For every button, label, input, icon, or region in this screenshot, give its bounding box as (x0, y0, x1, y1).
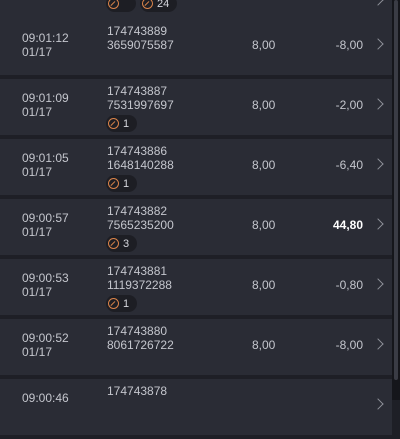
row-stake: 8,00 (252, 98, 276, 112)
multiplier-chip: 3 (106, 235, 138, 252)
chevron-right-icon[interactable] (372, 278, 384, 290)
multiplier-chip (106, 0, 136, 12)
chevron-right-icon[interactable] (372, 398, 384, 410)
multiplier-ring-icon (142, 0, 153, 9)
multiplier-chip: 1 (106, 175, 138, 192)
row-result: 44,80 (332, 218, 363, 232)
row-round-id: 174743889 (107, 24, 168, 38)
chevron-right-icon[interactable] (372, 218, 384, 230)
row-time: 09:00:53 (22, 271, 69, 285)
history-row[interactable]: 09:00:46 174743878 (0, 379, 392, 435)
row-chips: 1 (106, 175, 138, 192)
row-ticket-id: 8061726722 (107, 338, 174, 352)
row-time: 09:00:52 (22, 331, 69, 345)
multiplier-ring-icon (108, 178, 119, 189)
row-time: 09:01:05 (22, 151, 69, 165)
chevron-right-icon[interactable] (372, 38, 384, 50)
row-round-id: 174743882 (107, 204, 168, 218)
row-ticket-id: 1648140288 (107, 158, 174, 172)
row-stake: 8,00 (252, 338, 276, 352)
row-time: 09:01:12 (22, 31, 69, 45)
multiplier-chip: 1 (106, 295, 138, 312)
row-chips: 1 (106, 295, 138, 312)
scrollbar-thumb[interactable] (394, 0, 398, 380)
multiplier-ring-icon (108, 118, 119, 129)
row-stake: 8,00 (252, 218, 276, 232)
row-round-id: 174743878 (107, 384, 168, 398)
row-date: 01/17 (22, 105, 53, 119)
row-result: -8,00 (335, 338, 363, 352)
chevron-right-icon[interactable] (372, 98, 384, 110)
row-stake: 8,00 (252, 38, 276, 52)
chevron-right-icon[interactable] (372, 338, 384, 350)
chevron-right-icon[interactable] (372, 0, 384, 6)
row-time: 09:01:09 (22, 91, 69, 105)
history-row[interactable]: 09:01:09 01/17 174743887 7531997697 1 8,… (0, 79, 392, 135)
history-row[interactable]: 24 (0, 0, 392, 19)
row-chips: 3 (106, 235, 138, 252)
history-list: 24 09:01:12 01/17 174743889 3659075587 8… (0, 0, 392, 439)
row-result: -6,40 (335, 158, 363, 172)
row-chips: 24 (106, 0, 178, 12)
multiplier-ring-icon (108, 238, 119, 249)
row-result: -8,00 (335, 38, 363, 52)
multiplier-chip: 1 (106, 115, 138, 132)
row-ticket-id: 3659075587 (107, 38, 174, 52)
row-time: 09:00:57 (22, 211, 69, 225)
scrollbar[interactable] (392, 0, 400, 400)
row-date: 01/17 (22, 225, 53, 239)
row-stake: 8,00 (252, 158, 276, 172)
row-stake: 8,00 (252, 278, 276, 292)
history-row[interactable]: 09:00:57 01/17 174743882 7565235200 3 8,… (0, 199, 392, 255)
row-result: -0,80 (335, 278, 363, 292)
row-time: 09:00:46 (22, 391, 69, 405)
multiplier-ring-icon (108, 298, 119, 309)
row-ticket-id: 7531997697 (107, 98, 174, 112)
multiplier-chip: 24 (140, 0, 178, 12)
row-date: 01/17 (22, 45, 53, 59)
row-ticket-id: 1119372288 (107, 278, 172, 292)
row-date: 01/17 (22, 285, 53, 299)
history-row[interactable]: 09:00:52 01/17 174743880 8061726722 8,00… (0, 319, 392, 375)
row-round-id: 174743887 (107, 84, 168, 98)
history-row[interactable]: 09:01:05 01/17 174743886 1648140288 1 8,… (0, 139, 392, 195)
row-date: 01/17 (22, 165, 53, 179)
row-ticket-id: 7565235200 (107, 218, 174, 232)
row-round-id: 174743881 (107, 264, 168, 278)
history-row[interactable]: 09:01:12 01/17 174743889 3659075587 8,00… (0, 19, 392, 75)
row-round-id: 174743880 (107, 324, 168, 338)
multiplier-ring-icon (108, 0, 119, 9)
chevron-right-icon[interactable] (372, 158, 384, 170)
row-round-id: 174743886 (107, 144, 168, 158)
row-chips: 1 (106, 115, 138, 132)
row-result: -2,00 (335, 98, 363, 112)
history-row[interactable]: 09:00:53 01/17 174743881 1119372288 1 8,… (0, 259, 392, 315)
row-date: 01/17 (22, 345, 53, 359)
